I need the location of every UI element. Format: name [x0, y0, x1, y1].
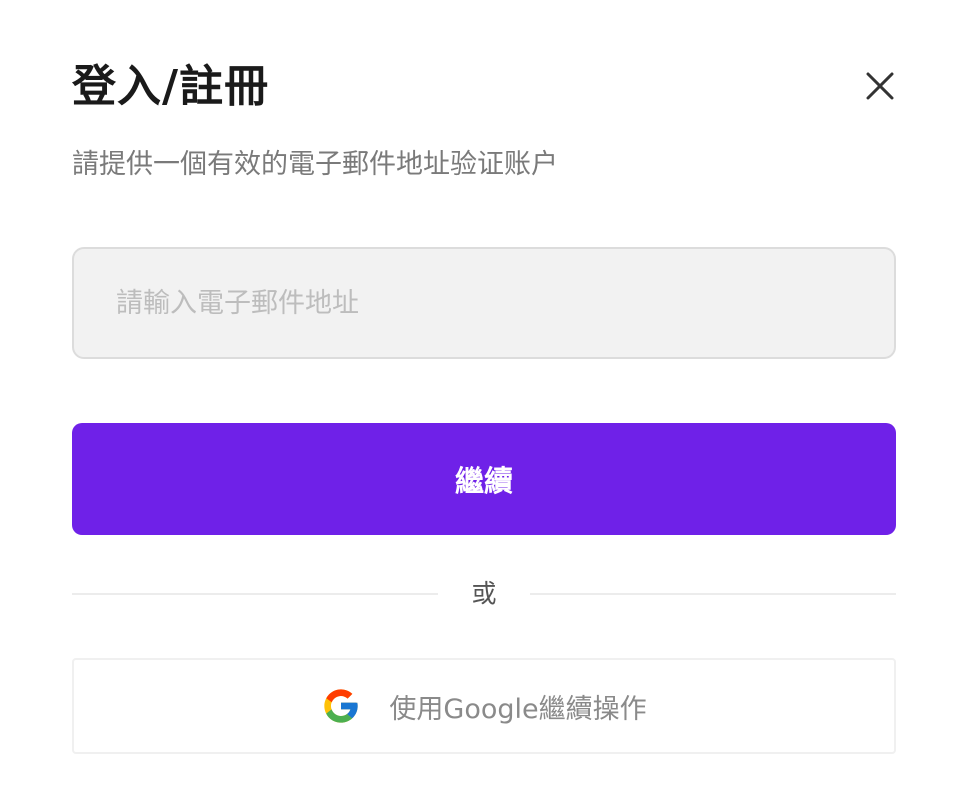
google-button-label: 使用Google繼續操作	[389, 693, 647, 725]
google-icon	[324, 689, 359, 723]
email-input[interactable]	[72, 247, 896, 359]
close-button[interactable]	[858, 64, 902, 108]
divider-line-right	[530, 593, 896, 595]
continue-button[interactable]: 繼續	[72, 423, 896, 535]
close-icon	[866, 72, 894, 100]
login-register-dialog: 登入/註冊 請提供一個有效的電子郵件地址验证账户 繼續 或 使用Google繼續…	[0, 0, 966, 802]
dialog-title: 登入/註冊	[72, 61, 270, 112]
dialog-subtitle: 請提供一個有效的電子郵件地址验证账户	[72, 149, 558, 180]
divider-line-left	[72, 593, 438, 595]
divider-or-text: 或	[471, 579, 497, 608]
google-signin-button[interactable]: 使用Google繼續操作	[72, 658, 896, 754]
